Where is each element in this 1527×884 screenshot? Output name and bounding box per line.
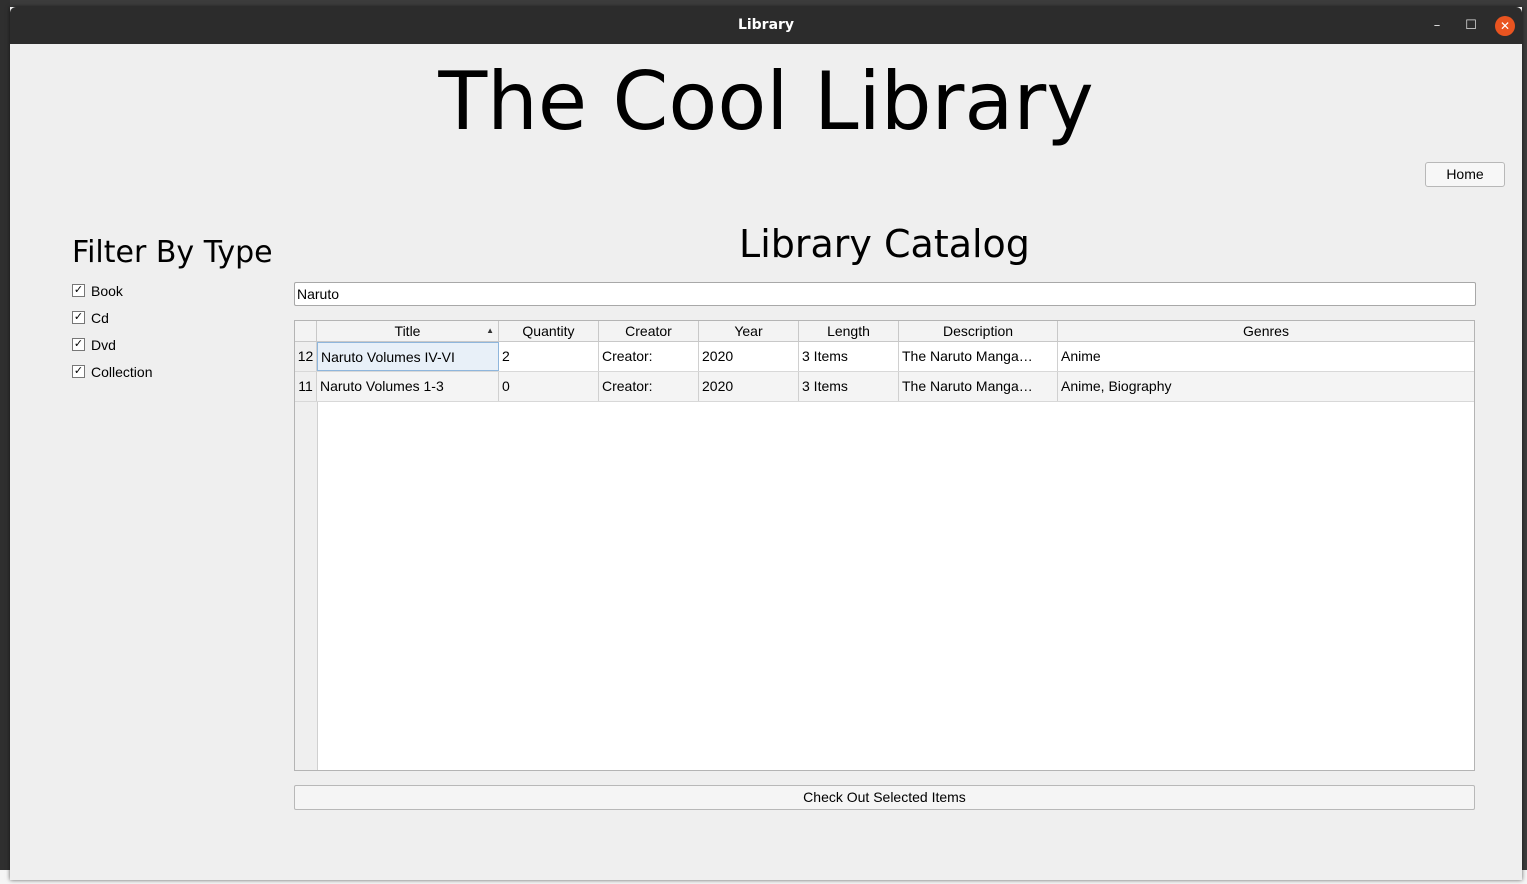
cell-quantity[interactable]: 0	[499, 372, 599, 401]
filter-label: Book	[91, 282, 123, 299]
filter-label: Dvd	[91, 336, 116, 353]
sort-ascending-icon: ▲	[486, 326, 494, 335]
collection-checkbox[interactable]: ✓	[72, 365, 85, 378]
column-header-description[interactable]: Description	[899, 321, 1058, 341]
home-button[interactable]: Home	[1425, 162, 1505, 187]
cell-year[interactable]: 2020	[699, 342, 799, 371]
cell-length[interactable]: 3 Items	[799, 372, 899, 401]
column-header-quantity[interactable]: Quantity	[499, 321, 599, 341]
table-row[interactable]: 11 Naruto Volumes 1-3 0 Creator: 2020 3 …	[295, 372, 1474, 402]
desktop-sidebar	[0, 0, 10, 884]
column-header-title[interactable]: Title ▲	[317, 321, 499, 341]
checkout-button[interactable]: Check Out Selected Items	[294, 785, 1475, 810]
filter-collection[interactable]: ✓ Collection	[72, 358, 152, 385]
catalog-title: Library Catalog	[739, 222, 1030, 266]
table-header: Title ▲ Quantity Creator Year Length Des…	[295, 321, 1474, 342]
cell-creator[interactable]: Creator:	[599, 372, 699, 401]
cell-genres[interactable]: Anime	[1058, 342, 1474, 371]
window-title: Library	[737, 17, 795, 33]
filter-dvd[interactable]: ✓ Dvd	[72, 331, 152, 358]
column-header-year[interactable]: Year	[699, 321, 799, 341]
row-number[interactable]: 11	[295, 372, 317, 401]
catalog-table[interactable]: Title ▲ Quantity Creator Year Length Des…	[294, 320, 1475, 771]
cell-creator[interactable]: Creator:	[599, 342, 699, 371]
row-number[interactable]: 12	[295, 342, 317, 371]
cell-quantity[interactable]: 2	[499, 342, 599, 371]
cell-description[interactable]: The Naruto Manga…	[899, 372, 1058, 401]
cell-title[interactable]: Naruto Volumes 1-3	[317, 372, 499, 401]
cell-description[interactable]: The Naruto Manga…	[899, 342, 1058, 371]
minimize-icon[interactable]: –	[1427, 16, 1447, 36]
corner-cell[interactable]	[295, 321, 317, 341]
cell-year[interactable]: 2020	[699, 372, 799, 401]
filter-label: Collection	[91, 363, 153, 380]
library-window: Library – ☐ ✕ The Cool Library Home Filt…	[10, 7, 1522, 880]
close-icon[interactable]: ✕	[1495, 16, 1515, 36]
cd-checkbox[interactable]: ✓	[72, 311, 85, 324]
column-header-length[interactable]: Length	[799, 321, 899, 341]
search-input[interactable]: Naruto	[294, 282, 1476, 306]
maximize-icon[interactable]: ☐	[1461, 16, 1481, 36]
column-header-creator[interactable]: Creator	[599, 321, 699, 341]
filter-title: Filter By Type	[72, 235, 273, 270]
cell-genres[interactable]: Anime, Biography	[1058, 372, 1474, 401]
cell-title[interactable]: Naruto Volumes IV-VI	[317, 342, 499, 371]
cell-length[interactable]: 3 Items	[799, 342, 899, 371]
filter-list: ✓ Book ✓ Cd ✓ Dvd ✓ Collection	[72, 277, 152, 385]
filter-label: Cd	[91, 309, 109, 326]
window-titlebar[interactable]: Library – ☐ ✕	[10, 7, 1522, 44]
filter-book[interactable]: ✓ Book	[72, 277, 152, 304]
table-row[interactable]: 12 Naruto Volumes IV-VI 2 Creator: 2020 …	[295, 342, 1474, 372]
dvd-checkbox[interactable]: ✓	[72, 338, 85, 351]
column-header-genres[interactable]: Genres	[1058, 321, 1474, 341]
filter-cd[interactable]: ✓ Cd	[72, 304, 152, 331]
row-header-column	[295, 341, 318, 770]
app-heading: The Cool Library	[438, 55, 1094, 148]
book-checkbox[interactable]: ✓	[72, 284, 85, 297]
